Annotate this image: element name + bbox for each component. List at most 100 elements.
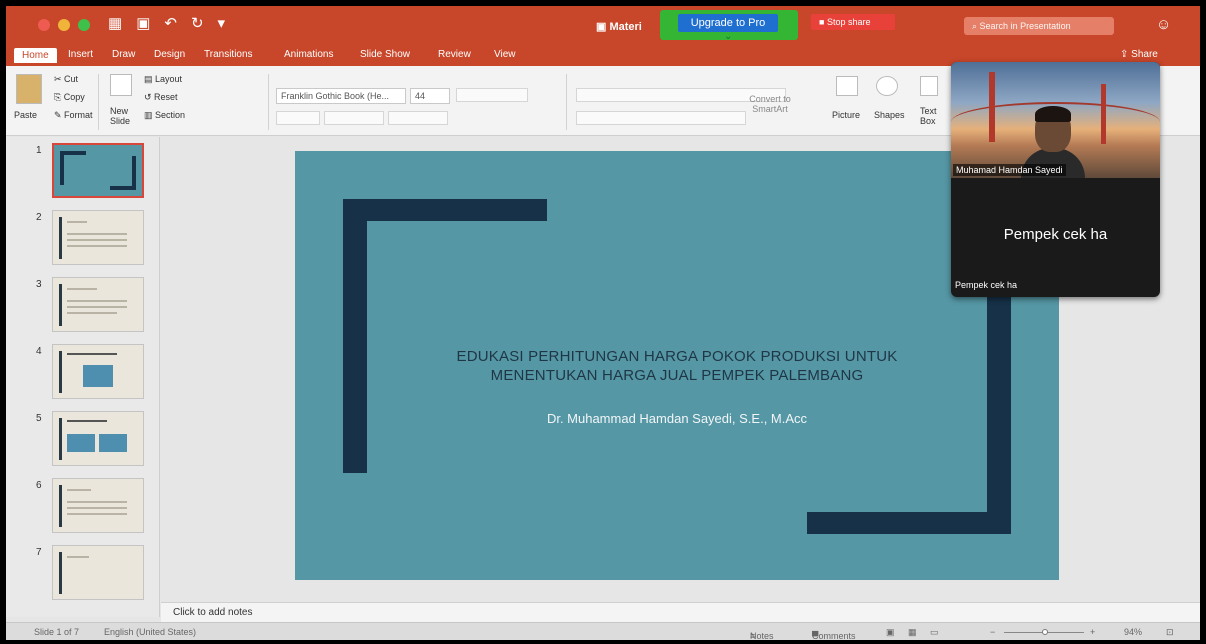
copy-button[interactable]: ⎘ Copy	[54, 92, 85, 103]
redo-icon[interactable]: ↻	[191, 14, 204, 32]
more-icon[interactable]: ▾	[218, 14, 226, 32]
thumbnail-table	[99, 434, 127, 452]
slide-title[interactable]: EDUKASI PERHITUNGAN HARGA POKOK PRODUKSI…	[415, 347, 939, 385]
document-icon: ▣	[596, 21, 610, 33]
thumbnail-decoration	[59, 485, 62, 527]
font-size-select[interactable]: 44	[410, 88, 450, 104]
thumbnail-decoration	[132, 156, 136, 190]
tab-insert[interactable]: Insert	[68, 49, 93, 60]
current-slide[interactable]: EDUKASI PERHITUNGAN HARGA POKOK PRODUKSI…	[295, 151, 1059, 580]
thumbnail-line	[67, 221, 87, 223]
new-slide-label[interactable]: New Slide	[110, 106, 138, 126]
zoom-out-icon[interactable]: −	[990, 627, 995, 637]
section-icon: ▥	[144, 110, 156, 120]
upgrade-button[interactable]: Upgrade to Pro	[678, 14, 778, 32]
tab-slide-show[interactable]: Slide Show	[360, 49, 410, 60]
font-color-buttons[interactable]	[388, 111, 448, 125]
slide-thumbnail-3[interactable]	[52, 277, 144, 332]
slide-thumbnail-5[interactable]	[52, 411, 144, 466]
video-call-panel[interactable]: Muhamad Hamdan Sayedi Pempek cek ha Pemp…	[951, 62, 1160, 297]
normal-view-icon[interactable]: ▣	[886, 627, 895, 638]
text-box-icon[interactable]	[920, 76, 938, 96]
reading-view-icon[interactable]: ▭	[930, 627, 939, 638]
tab-draw[interactable]: Draw	[112, 49, 135, 60]
convert-smartart-button[interactable]: Convert to SmartArt	[746, 94, 794, 114]
text-box-label[interactable]: Text Box	[920, 106, 944, 126]
format-painter-button[interactable]: ✎ Format	[54, 110, 93, 121]
maximize-window-button[interactable]	[78, 19, 90, 31]
slide-sorter-icon[interactable]: ▦	[908, 627, 917, 638]
minimize-window-button[interactable]	[58, 19, 70, 31]
shapes-icon[interactable]	[876, 76, 898, 96]
thumbnail-line	[67, 353, 117, 355]
font-name-select[interactable]: Franklin Gothic Book (He...	[276, 88, 406, 104]
section-button[interactable]: ▥ Section	[144, 110, 185, 121]
divider	[98, 74, 99, 130]
thumbnail-decoration	[59, 418, 62, 460]
corner-decoration-right	[987, 263, 1011, 534]
tab-home[interactable]: Home	[14, 48, 57, 63]
zoom-in-icon[interactable]: +	[1090, 627, 1095, 637]
thumbnail-decoration	[59, 284, 62, 326]
thumbnail-number: 4	[36, 346, 42, 357]
layout-button[interactable]: ▤ Layout	[144, 74, 182, 85]
picture-label[interactable]: Picture	[832, 110, 860, 120]
zoom-level[interactable]: 94%	[1124, 627, 1142, 637]
slide-thumbnail-6[interactable]	[52, 478, 144, 533]
thumbnail-line	[67, 306, 127, 308]
cut-button[interactable]: ✂ Cut	[54, 74, 78, 85]
paste-icon[interactable]	[16, 74, 42, 104]
thumbnail-number: 7	[36, 547, 42, 558]
brush-icon: ✎	[54, 110, 65, 120]
tab-design[interactable]: Design	[154, 49, 185, 60]
slide-subtitle[interactable]: Dr. Muhammad Hamdan Sayedi, S.E., M.Acc	[415, 411, 939, 426]
chevron-down-icon[interactable]: ⌄	[724, 31, 732, 42]
divider	[566, 74, 567, 130]
stop-share-button[interactable]: ■ Stop share	[811, 14, 895, 30]
share-button[interactable]: ⇪ Share	[1120, 49, 1158, 60]
thumbnail-decoration	[60, 151, 64, 185]
new-slide-icon[interactable]	[110, 74, 132, 96]
thumbnail-line	[67, 288, 97, 290]
slide-thumbnail-7[interactable]	[52, 545, 144, 600]
slide-thumbnail-1[interactable]	[52, 143, 144, 198]
thumbnail-decoration	[59, 552, 62, 594]
thumbnail-number: 1	[36, 145, 42, 156]
search-input[interactable]: ⌕ Search in Presentation	[964, 17, 1114, 35]
slide-thumbnail-4[interactable]	[52, 344, 144, 399]
home-icon[interactable]: ▦	[108, 14, 122, 32]
fit-slide-icon[interactable]: ⊡	[1166, 627, 1174, 638]
thumbnail-line	[67, 507, 127, 509]
zoom-slider-handle[interactable]	[1042, 629, 1048, 635]
reset-button[interactable]: ↺ Reset	[144, 92, 178, 103]
document-title: ▣ Materi	[596, 21, 642, 33]
underline-strike-buttons[interactable]	[324, 111, 384, 125]
profile-icon[interactable]: ☺	[1156, 16, 1171, 33]
tab-review[interactable]: Review	[438, 49, 471, 60]
alignment-buttons[interactable]	[576, 111, 746, 125]
font-grow-shrink-buttons[interactable]	[456, 88, 528, 102]
shapes-label[interactable]: Shapes	[874, 110, 905, 120]
thumbnail-table	[83, 365, 113, 387]
title-bar: ▦ ▣ ↶ ↻ ▾ ▣ Materi Upgrade to Pro ⌄ ■ St…	[6, 6, 1200, 46]
language-indicator[interactable]: English (United States)	[104, 627, 196, 637]
slide-thumbnail-2[interactable]	[52, 210, 144, 265]
thumbnail-number: 2	[36, 212, 42, 223]
status-bar: Slide 1 of 7 English (United States) ≡ N…	[6, 622, 1200, 640]
participant-label: Pempek cek ha	[955, 280, 1018, 290]
thumbnail-line	[67, 489, 91, 491]
tab-animations[interactable]: Animations	[284, 49, 333, 60]
quick-access-toolbar: ▦ ▣ ↶ ↻ ▾	[108, 14, 225, 32]
save-icon[interactable]: ▣	[136, 14, 150, 32]
close-window-button[interactable]	[38, 19, 50, 31]
paste-label[interactable]: Paste	[14, 110, 37, 120]
slide-thumbnail-pane: 1 2 3 4 5 6 7	[6, 137, 160, 617]
picture-icon[interactable]	[836, 76, 858, 96]
undo-icon[interactable]: ↶	[164, 14, 177, 32]
tab-transitions[interactable]: Transitions	[204, 49, 253, 60]
bold-italic-buttons[interactable]	[276, 111, 320, 125]
divider	[268, 74, 269, 130]
notes-field[interactable]: Click to add notes	[161, 602, 1200, 622]
tab-view[interactable]: View	[494, 49, 516, 60]
copy-icon: ⎘	[54, 92, 64, 102]
